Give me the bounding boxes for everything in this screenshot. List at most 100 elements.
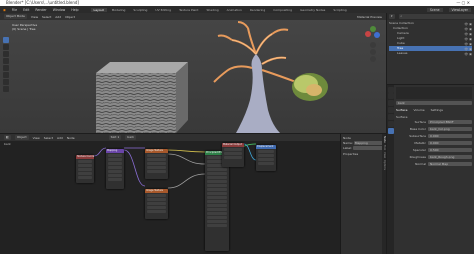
node-socket-row[interactable] xyxy=(147,158,166,161)
object-menu[interactable]: Object xyxy=(65,15,75,19)
node-socket-row[interactable] xyxy=(78,168,92,171)
node-socket-row[interactable] xyxy=(224,152,242,155)
shader-node[interactable]: Image Texture xyxy=(145,149,168,179)
output-props-icon[interactable] xyxy=(387,93,394,99)
sidebar-tab-view[interactable]: View xyxy=(382,152,386,158)
node-header[interactable]: Material Output xyxy=(222,143,244,147)
node-properties-heading[interactable]: Properties xyxy=(343,152,384,157)
node-name-field[interactable]: Mapping xyxy=(353,141,384,145)
tree-object[interactable] xyxy=(213,21,297,133)
tab-surface[interactable]: Surface xyxy=(396,108,407,113)
node-socket-row[interactable] xyxy=(207,184,227,187)
object-mode-dropdown[interactable]: Object Mode xyxy=(4,14,27,19)
outliner-visibility-icons[interactable]: 👁 ▣ 👁 ▣ 👁 ▣ 👁 ▣ 👁 ▣ 👁 ▣ 👁 ▣ xyxy=(462,22,472,57)
node-socket-row[interactable] xyxy=(108,170,122,173)
node-socket-row[interactable] xyxy=(207,196,227,199)
node-socket-row[interactable] xyxy=(258,158,274,161)
shader-node[interactable]: Material Output xyxy=(222,143,244,167)
node-socket-row[interactable] xyxy=(207,172,227,175)
sidebar-tab-options[interactable]: Options xyxy=(382,160,386,170)
shading-mode[interactable]: Material Preview xyxy=(357,15,382,19)
node-socket-row[interactable] xyxy=(78,160,92,163)
tab-settings[interactable]: Settings xyxy=(431,108,443,113)
node-socket-row[interactable] xyxy=(207,176,227,179)
node-socket-row[interactable] xyxy=(147,210,166,213)
object-props-icon[interactable] xyxy=(387,114,394,120)
node-socket-row[interactable] xyxy=(207,192,227,195)
sidebar-tab-node[interactable]: Node xyxy=(382,136,386,143)
world-props-icon[interactable] xyxy=(387,107,394,113)
node-header[interactable]: Displacement xyxy=(256,145,276,149)
tab-compositing[interactable]: Compositing xyxy=(270,8,295,12)
node-socket-row[interactable] xyxy=(147,194,166,197)
tab-modeling[interactable]: Modeling xyxy=(109,8,129,12)
view-menu[interactable]: View xyxy=(31,15,38,19)
outliner-item-leaves[interactable]: Leaves xyxy=(389,51,472,56)
node-socket-row[interactable] xyxy=(108,166,122,169)
menu-window[interactable]: Window xyxy=(53,8,66,12)
menu-edit[interactable]: Edit xyxy=(23,8,29,12)
select-menu[interactable]: Select xyxy=(42,15,51,19)
sidebar-tab-tool[interactable]: Tool xyxy=(382,145,386,150)
shader-field-value[interactable]: 0.000 xyxy=(428,134,472,138)
node-header[interactable]: Texture Coordinate xyxy=(76,155,94,159)
outliner-search-input[interactable]: ⌕ xyxy=(398,14,474,19)
node-header[interactable]: Image Texture xyxy=(145,149,168,153)
shader-field-value[interactable]: 0.500 xyxy=(428,148,472,152)
tab-animation[interactable]: Animation xyxy=(224,8,245,12)
scene-selector[interactable]: Scene xyxy=(426,7,443,12)
node-label-field[interactable] xyxy=(353,146,384,150)
node-socket-row[interactable] xyxy=(147,206,166,209)
node-socket-row[interactable] xyxy=(147,166,166,169)
material-name-field[interactable]: bark xyxy=(396,101,472,105)
menu-render[interactable]: Render xyxy=(35,8,46,12)
node-socket-row[interactable] xyxy=(207,180,227,183)
blender-logo-icon[interactable]: ◉ xyxy=(3,8,6,12)
node-socket-row[interactable] xyxy=(207,220,227,223)
node-socket-row[interactable] xyxy=(147,162,166,165)
material-slot-list[interactable] xyxy=(396,87,472,99)
node-socket-row[interactable] xyxy=(108,178,122,181)
node-socket-row[interactable] xyxy=(147,202,166,205)
node-socket-row[interactable] xyxy=(258,162,274,165)
node-socket-row[interactable] xyxy=(207,208,227,211)
cube-object[interactable] xyxy=(96,62,188,133)
viewport-3d[interactable]: Object Mode View Select Add Object Mater… xyxy=(0,13,386,133)
tab-rendering[interactable]: Rendering xyxy=(247,8,268,12)
shader-node[interactable]: Mapping xyxy=(106,149,124,189)
menu-file[interactable]: File xyxy=(12,8,17,12)
node-socket-row[interactable] xyxy=(207,204,227,207)
menu-help[interactable]: Help xyxy=(71,8,78,12)
tab-layout[interactable]: Layout xyxy=(90,7,107,12)
node-socket-row[interactable] xyxy=(108,162,122,165)
view-layer-selector[interactable]: ViewLayer xyxy=(448,7,471,12)
node-socket-row[interactable] xyxy=(147,170,166,173)
navigation-gizmo-icon[interactable] xyxy=(362,23,384,63)
tab-sculpting[interactable]: Sculpting xyxy=(130,8,150,12)
shader-node-editor[interactable]: ◧ Object View Select Add Node Slot 1 bar… xyxy=(0,134,340,254)
node-socket-row[interactable] xyxy=(258,150,274,153)
node-header[interactable]: Mapping xyxy=(106,149,124,153)
node-socket-row[interactable] xyxy=(108,158,122,161)
modifier-props-icon[interactable] xyxy=(387,121,394,127)
shader-field-value[interactable]: bark_Col.png xyxy=(428,127,472,131)
material-props-icon[interactable] xyxy=(387,128,394,134)
tab-texture-paint[interactable]: Texture Paint xyxy=(176,8,201,12)
node-socket-row[interactable] xyxy=(224,148,242,151)
leaves-object[interactable] xyxy=(292,73,328,101)
tab-shading[interactable]: Shading xyxy=(203,8,221,12)
node-socket-row[interactable] xyxy=(207,216,227,219)
node-socket-row[interactable] xyxy=(207,200,227,203)
outliner-display-mode[interactable]: ▾ xyxy=(389,14,395,19)
shader-dropdown[interactable]: Principled BSDF xyxy=(428,120,472,124)
node-socket-row[interactable] xyxy=(78,172,92,175)
node-socket-row[interactable] xyxy=(224,156,242,159)
node-socket-row[interactable] xyxy=(207,188,227,191)
add-menu[interactable]: Add xyxy=(55,15,61,19)
tab-uv-editing[interactable]: UV Editing xyxy=(152,8,174,12)
node-socket-row[interactable] xyxy=(108,154,122,157)
shader-node[interactable]: Texture Coordinate xyxy=(76,155,94,183)
node-socket-row[interactable] xyxy=(147,198,166,201)
shader-node[interactable]: Image Texture xyxy=(145,189,168,219)
node-socket-row[interactable] xyxy=(207,212,227,215)
